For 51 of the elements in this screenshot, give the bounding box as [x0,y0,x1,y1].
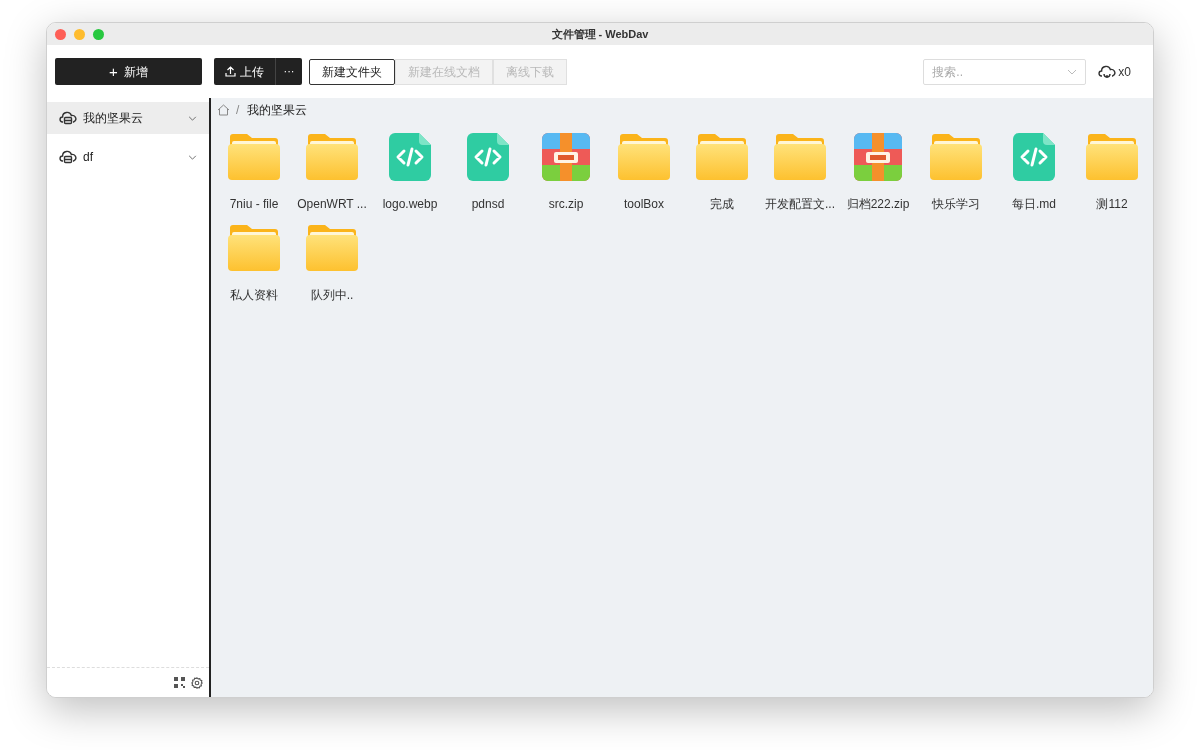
code-file-icon [1013,133,1055,181]
file-item[interactable]: toolBox [605,131,683,222]
new-button[interactable]: + 新增 [55,58,202,85]
folder-icon [929,133,983,181]
file-item[interactable]: pdnsd [449,131,527,222]
cloud-drive-icon [59,150,77,164]
folder-icon [695,133,749,181]
archive-icon [854,133,902,181]
code-file-icon [389,133,431,181]
folder-icon [1085,133,1139,181]
file-item[interactable]: 私人资料 [215,222,293,313]
qr-code-icon[interactable] [174,677,185,688]
file-item[interactable]: 7niu - file [215,131,293,222]
file-item[interactable]: 完成 [683,131,761,222]
close-button[interactable] [55,28,66,40]
code-file-icon [467,133,509,181]
folder-icon [305,224,359,272]
transfer-count: x0 [1118,63,1131,81]
maximize-button[interactable] [93,28,104,40]
file-item[interactable]: 开发配置文... [761,131,839,222]
file-item[interactable]: logo.webp [371,131,449,222]
folder-icon [617,133,671,181]
file-item[interactable]: 归档222.zip [839,131,917,222]
file-item[interactable]: OpenWRT ... [293,131,371,222]
chevron-down-icon [188,115,197,121]
file-item[interactable]: 测112 [1073,131,1151,222]
chevron-down-icon [188,154,197,160]
settings-icon[interactable] [191,676,203,689]
breadcrumb-current: 我的坚果云 [247,102,308,119]
upload-button[interactable]: 上传 [214,58,276,85]
sidebar-item[interactable]: df [47,141,209,173]
folder-icon [305,133,359,181]
sidebar-item[interactable]: 我的坚果云 [47,102,209,134]
cloud-transfer-icon[interactable] [1098,64,1117,79]
folder-icon [773,133,827,181]
search-field[interactable]: 搜索.. [923,58,1087,85]
action-button[interactable]: 新建文件夹 [309,58,395,85]
file-item[interactable]: 快乐学习 [917,131,995,222]
folder-icon [227,133,281,181]
chevron-down-icon [1067,68,1078,75]
home-icon[interactable] [217,104,230,116]
more-button[interactable]: ··· [276,58,302,85]
file-item[interactable]: 队列中.. [293,222,371,313]
file-item[interactable]: src.zip [527,131,605,222]
window-title: 文件管理 - WebDav [551,26,649,42]
breadcrumb-separator: / [236,102,240,119]
folder-icon [227,224,281,272]
cloud-drive-icon [59,111,77,125]
file-item[interactable]: 每日.md [995,131,1073,222]
archive-icon [542,133,590,181]
upload-icon [225,66,236,77]
